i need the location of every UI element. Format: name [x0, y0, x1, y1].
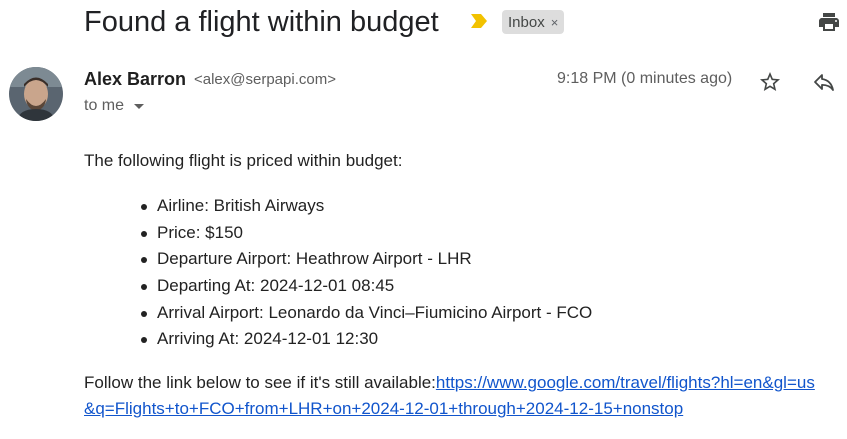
- inbox-label-chip: Inbox ×: [502, 10, 565, 34]
- list-item-price: Price: $150: [141, 220, 824, 247]
- list-item-departure-airport: Departure Airport: Heathrow Airport - LH…: [141, 246, 824, 273]
- list-item-airline: Airline: British Airways: [141, 193, 824, 220]
- flight-details-list: Airline: British Airways Price: $150 Dep…: [84, 193, 824, 353]
- sender-email: <alex@serpapi.com>: [194, 71, 336, 88]
- star-icon[interactable]: [758, 70, 782, 94]
- remove-label-icon[interactable]: ×: [551, 15, 559, 30]
- importance-marker-icon[interactable]: [470, 13, 488, 29]
- email-timestamp: 9:18 PM (0 minutes ago): [557, 70, 733, 87]
- print-icon[interactable]: [817, 10, 841, 34]
- reply-icon[interactable]: [812, 70, 836, 94]
- sender-avatar[interactable]: [9, 67, 63, 121]
- list-item-arriving-at: Arriving At: 2024-12-01 12:30: [141, 326, 824, 353]
- chevron-down-icon[interactable]: [133, 100, 145, 112]
- sender-name[interactable]: Alex Barron: [84, 69, 186, 90]
- recipient-label: to me: [84, 97, 125, 114]
- follow-text: Follow the link below to see if it's sti…: [84, 373, 436, 393]
- email-body: The following flight is priced within bu…: [84, 150, 824, 422]
- label-chip-text: Inbox: [508, 13, 545, 31]
- follow-paragraph: Follow the link below to see if it's sti…: [84, 370, 824, 422]
- recipient-dropdown[interactable]: to me: [84, 97, 145, 115]
- list-item-arrival-airport: Arrival Airport: Leonardo da Vinci–Fiumi…: [141, 300, 824, 327]
- body-intro: The following flight is priced within bu…: [84, 151, 403, 170]
- email-subject: Found a flight within budget: [84, 6, 439, 38]
- list-item-departing-at: Departing At: 2024-12-01 08:45: [141, 273, 824, 300]
